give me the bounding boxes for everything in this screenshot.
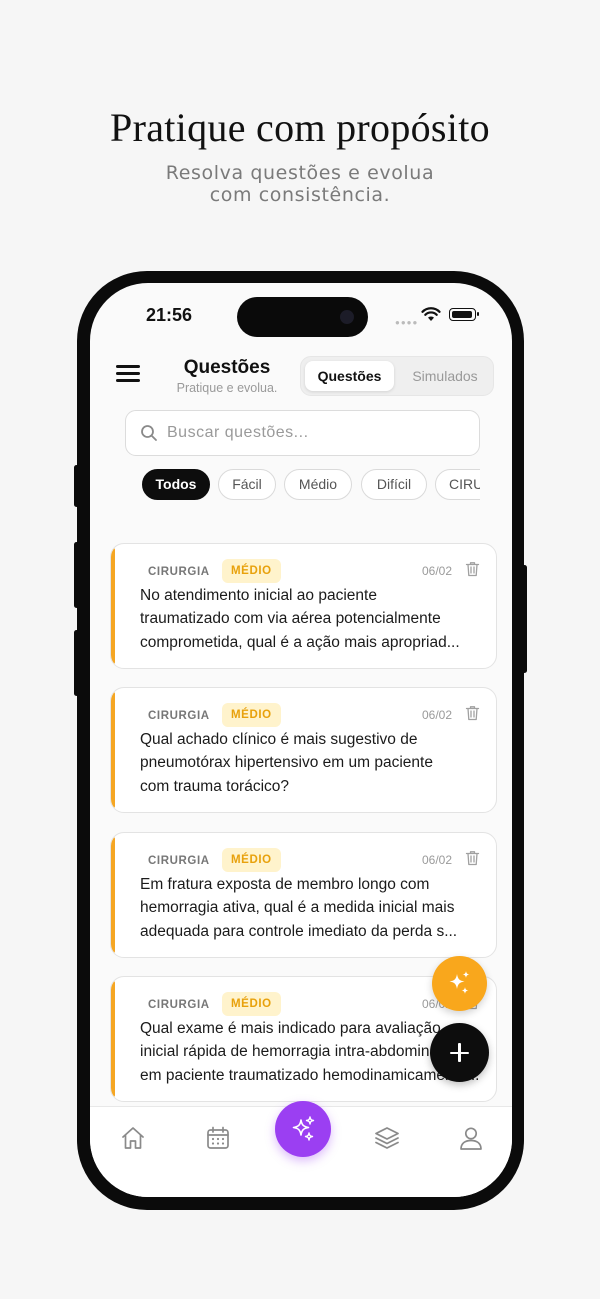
page-title: Questões [183,357,271,378]
profile-icon[interactable] [457,1124,485,1152]
status-time: 21:56 [146,305,193,325]
ai-tab-button[interactable] [275,1101,331,1157]
menu-button[interactable] [116,365,140,385]
phone-side-button [74,465,79,507]
question-text-line: pneumotórax hipertensivo em um paciente [140,754,433,772]
filter-chips: Todos Fácil Médio Difícil CIRU [142,469,480,501]
sparkles-icon [449,971,470,994]
question-date: 06/02 [422,564,453,578]
segment-simulados[interactable]: Simulados [399,361,491,391]
tab-bar [90,1101,512,1197]
home-icon[interactable] [119,1124,147,1152]
category-label: CIRURGIA [148,855,210,867]
difficulty-accent-bar [111,548,115,664]
category-label: CIRURGIA [148,710,210,722]
search-icon [141,425,157,441]
filter-chip-dificil[interactable]: Difícil [361,469,427,500]
question-card[interactable]: CIRURGIA MÉDIO 06/02 Em fratura exposta … [110,832,497,958]
dynamic-island [237,297,368,337]
difficulty-badge: MÉDIO [222,992,281,1016]
hero-subtitle: Resolva questões e evolua com consistênc… [150,162,450,206]
difficulty-badge: MÉDIO [222,703,281,727]
question-text-line: traumatizado com via aérea potencialment… [140,610,441,628]
trash-icon[interactable] [465,705,480,721]
hero-subtitle-line-1: Resolva questões e evolua [165,162,435,184]
ai-generate-button[interactable] [432,956,487,1011]
question-text-line: adequada para controle imediato da perda… [140,922,458,940]
sparkles-icon [292,1116,315,1141]
question-card[interactable]: CIRURGIA MÉDIO 06/02 No atendimento inic… [110,543,497,669]
question-text-line: comprometida, qual é a ação mais apropri… [140,633,460,651]
segmented-control: Questões Simulados [300,356,494,396]
filter-chip-medio[interactable]: Médio [284,469,352,500]
category-label: CIRURGIA [148,566,210,578]
layers-icon[interactable] [373,1124,401,1152]
phone-volume-down [74,630,79,696]
trash-icon[interactable] [465,561,480,577]
filter-chip-cirurgia[interactable]: CIRU [435,469,480,500]
question-text: Em fratura exposta de membro longo com h… [140,873,486,943]
battery-icon [449,308,479,321]
phone-volume-up [74,542,79,608]
status-bar: 21:56 ●●●● [90,283,512,343]
filter-chip-todos[interactable]: Todos [142,469,210,500]
wifi-icon [421,307,441,321]
category-label: CIRURGIA [148,999,210,1011]
difficulty-accent-bar [111,837,115,953]
segment-questoes[interactable]: Questões [305,361,394,391]
question-text-line: hemorragia ativa, qual é a medida inicia… [140,899,455,917]
page-subtitle: Pratique e evolua. [176,381,278,395]
question-text-line: com trauma torácico? [140,777,290,795]
phone-screen: 21:56 ●●●● Questões Pratique e evolua. Q… [90,283,512,1197]
add-question-button[interactable] [430,1023,489,1082]
difficulty-accent-bar [111,981,115,1097]
difficulty-accent-bar [111,692,115,808]
question-date: 06/02 [422,853,453,867]
question-text-line: Qual achado clínico é mais sugestivo de [140,731,418,748]
calendar-icon[interactable] [204,1124,232,1152]
difficulty-badge: MÉDIO [222,848,281,872]
question-text-line: No atendimento inicial ao paciente [140,587,377,604]
search-placeholder: Buscar questões... [167,424,309,441]
trash-icon[interactable] [465,850,480,866]
signal-icon: ●●●● [395,318,419,327]
question-text-line: Em fratura exposta de membro longo com [140,876,430,893]
camera-icon [340,310,354,324]
search-input[interactable]: Buscar questões... [125,410,480,456]
hero-title: Pratique com propósito [110,105,490,150]
question-card[interactable]: CIRURGIA MÉDIO 06/02 Qual achado clínico… [110,687,497,813]
difficulty-badge: MÉDIO [222,559,281,583]
question-text: Qual achado clínico é mais sugestivo de … [140,728,486,798]
hero-subtitle-line-2: com consistência. [209,184,391,206]
question-date: 06/02 [422,708,453,722]
question-text: No atendimento inicial ao paciente traum… [140,584,486,654]
filter-chip-facil[interactable]: Fácil [218,469,276,500]
phone-power-button [522,565,527,673]
